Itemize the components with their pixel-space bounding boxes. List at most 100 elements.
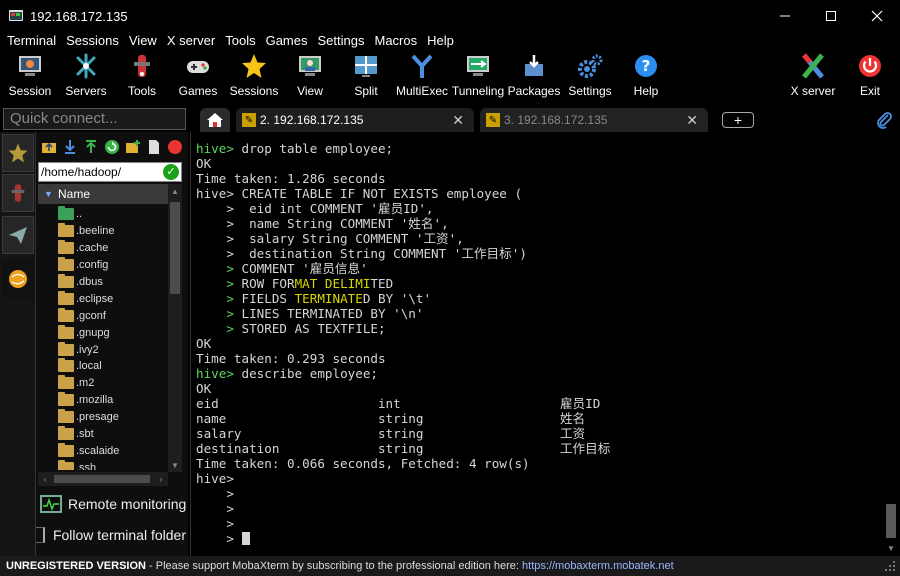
refresh-icon[interactable] [104, 139, 120, 155]
file-list-item[interactable]: .gconf [38, 307, 168, 324]
sessions-label: Sessions [229, 84, 279, 98]
menu-view[interactable]: View [129, 32, 157, 50]
scroll-up-icon[interactable]: ▲ [168, 184, 182, 198]
scrollbar-thumb[interactable] [54, 475, 150, 483]
upload-icon[interactable] [83, 139, 99, 155]
file-list-horizontal-scrollbar[interactable]: ‹ › [38, 472, 168, 486]
file-list-item[interactable]: .sbt [38, 426, 168, 443]
tools-sidebar-button[interactable] [2, 174, 34, 212]
follow-terminal-folder-checkbox[interactable]: Follow terminal folder [36, 524, 186, 546]
ssh-key-icon: ✎ [486, 113, 500, 127]
file-list-item[interactable]: .cache [38, 240, 168, 257]
tab-session-2-close-icon[interactable]: ✕ [452, 112, 464, 129]
parent-folder-icon[interactable] [41, 139, 57, 155]
monitor-chart-icon [40, 495, 62, 513]
file-list-item[interactable]: .gnupg [38, 324, 168, 341]
scroll-down-icon[interactable]: ▼ [886, 544, 896, 554]
remote-monitoring-button[interactable]: Remote monitoring [40, 492, 186, 516]
file-list-vertical-scrollbar[interactable]: ▲ ▼ [168, 184, 182, 472]
packages-button[interactable]: Packages [506, 52, 562, 102]
scroll-down-icon[interactable]: ▼ [168, 458, 182, 472]
file-list-item[interactable]: .beeline [38, 223, 168, 240]
download-icon[interactable] [62, 139, 78, 155]
file-list-item[interactable]: .m2 [38, 375, 168, 392]
packages-icon [525, 55, 543, 76]
terminal-scrollbar[interactable]: ▼ [885, 132, 897, 556]
menu-sessions[interactable]: Sessions [66, 32, 119, 50]
minimize-button[interactable] [762, 0, 808, 32]
tab-session-3-close-icon[interactable]: ✕ [686, 112, 698, 129]
remote-monitoring-label: Remote monitoring [68, 496, 187, 512]
menu-bar: Terminal Sessions View X server Tools Ga… [0, 32, 900, 50]
terminal-line: > eid int COMMENT '雇员ID', [196, 201, 610, 216]
view-button[interactable]: View [282, 52, 338, 102]
file-list-item[interactable]: .dbus [38, 274, 168, 291]
terminal-text: > destination String COMMENT '工作目标') [196, 246, 527, 261]
paperclip-icon[interactable] [874, 110, 894, 130]
folder-icon [58, 459, 74, 470]
tools-button[interactable]: Tools [114, 52, 170, 102]
scroll-right-icon[interactable]: › [154, 472, 168, 486]
tunneling-button[interactable]: Tunneling [450, 52, 506, 102]
file-list-item[interactable]: .ssh [38, 459, 168, 470]
menu-macros[interactable]: Macros [374, 32, 417, 50]
terminal-text: MAT DELIMI [294, 276, 371, 291]
resize-grip-icon[interactable] [884, 560, 896, 572]
terminal-text: LINES TERMINATED BY '\n' [241, 306, 424, 321]
file-list-item[interactable]: .presage [38, 409, 168, 426]
sftp-sidebar-button[interactable] [2, 260, 34, 298]
path-ok-check-icon[interactable]: ✓ [163, 164, 179, 180]
sftp-path-input[interactable]: /home/hadoop/ ✓ [38, 162, 182, 182]
macros-sidebar-button[interactable] [2, 216, 34, 254]
mobaxterm-app-icon [9, 10, 23, 21]
settings-label: Settings [568, 84, 612, 98]
help-button[interactable]: ? Help [618, 52, 674, 102]
scroll-left-icon[interactable]: ‹ [38, 472, 52, 486]
menu-tools[interactable]: Tools [225, 32, 255, 50]
scrollbar-thumb[interactable] [886, 504, 896, 538]
tab-session-2[interactable]: ✎ 2. 192.168.172.135 ✕ [236, 108, 474, 132]
terminal-text: > eid int COMMENT '雇员ID', [196, 201, 434, 216]
terminal-pane[interactable]: hive> drop table employee; OK Time taken: … [190, 132, 900, 556]
delete-icon[interactable] [167, 139, 183, 155]
tunneling-label: Tunneling [451, 84, 505, 98]
menu-terminal[interactable]: Terminal [7, 32, 56, 50]
split-button[interactable]: Split [338, 52, 394, 102]
file-list-item-parent[interactable]: .. [38, 206, 168, 223]
terminal-text: > name String COMMENT '姓名', [196, 216, 449, 231]
sessions-sidebar-button[interactable] [2, 134, 34, 172]
new-file-icon[interactable] [146, 139, 162, 155]
settings-button[interactable]: Settings [562, 52, 618, 102]
menu-games[interactable]: Games [266, 32, 308, 50]
file-list-item[interactable]: .eclipse [38, 290, 168, 307]
menu-settings[interactable]: Settings [318, 32, 365, 50]
sessions-button[interactable]: Sessions [226, 52, 282, 102]
menu-help[interactable]: Help [427, 32, 454, 50]
terminal-line: > ROW FORMAT DELIMITED [196, 276, 610, 291]
quick-connect-input[interactable]: Quick connect... [3, 108, 186, 130]
file-tree-header[interactable]: ▼ Name [38, 184, 168, 204]
folder-icon [58, 426, 74, 441]
games-button[interactable]: Games [170, 52, 226, 102]
file-list-item[interactable]: .config [38, 257, 168, 274]
menu-xserver[interactable]: X server [167, 32, 215, 50]
scrollbar-thumb[interactable] [170, 202, 180, 294]
file-list-item[interactable]: .local [38, 358, 168, 375]
packages-label: Packages [507, 84, 561, 98]
multiexec-button[interactable]: MultiExec [394, 52, 450, 102]
file-list-item[interactable]: .scalaide [38, 442, 168, 459]
maximize-button[interactable] [808, 0, 854, 32]
new-folder-icon[interactable] [125, 139, 141, 155]
exit-button[interactable]: Exit [842, 52, 898, 102]
close-icon [871, 10, 883, 22]
file-list-item[interactable]: .mozilla [38, 392, 168, 409]
tab-session-3[interactable]: ✎ 3. 192.168.172.135 ✕ [480, 108, 708, 132]
mobatek-link[interactable]: https://mobaxterm.mobatek.net [522, 560, 674, 572]
new-tab-button[interactable]: + [722, 112, 754, 128]
session-button[interactable]: Session [2, 52, 58, 102]
close-window-button[interactable] [854, 0, 900, 32]
home-tab[interactable] [200, 108, 230, 132]
xserver-button[interactable]: X server [785, 52, 841, 102]
file-list-item[interactable]: .ivy2 [38, 341, 168, 358]
servers-button[interactable]: Servers [58, 52, 114, 102]
